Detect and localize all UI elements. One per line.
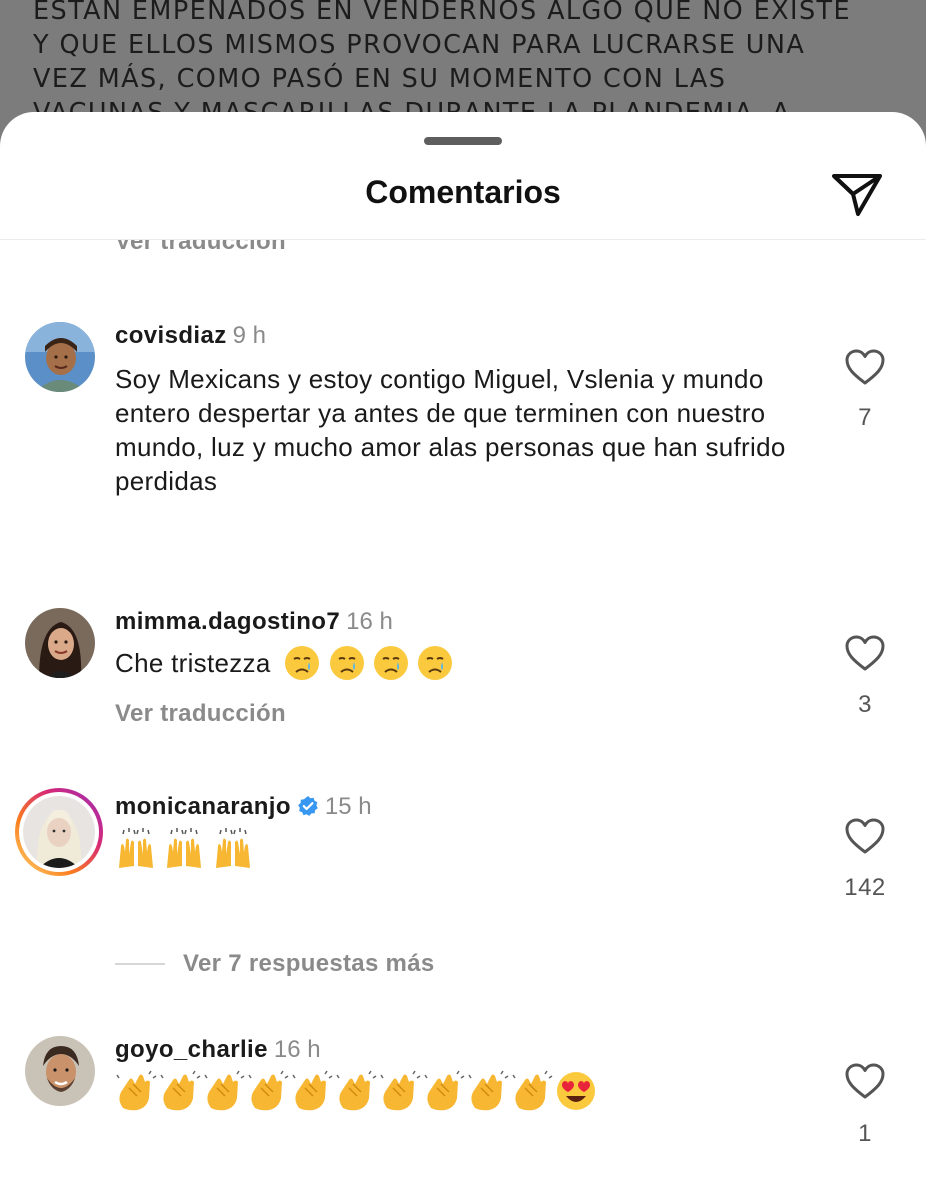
clapping-hands-emoji-icon	[380, 1070, 421, 1111]
clapping-hands-emoji-icon	[336, 1070, 377, 1111]
comment-header: monicanaranjo 15 h	[115, 793, 372, 821]
see-translation-link[interactable]: Ver traducción	[115, 700, 286, 728]
heart-eyes-face-emoji-icon	[557, 1072, 595, 1110]
view-replies-button[interactable]: Ver 7 respuestas más	[115, 950, 435, 978]
paper-plane-icon[interactable]	[828, 170, 886, 218]
heart-icon[interactable]	[844, 634, 886, 674]
sheet-grabber[interactable]	[424, 137, 502, 145]
clapping-hands-emoji-icon	[116, 1070, 157, 1111]
comments-list[interactable]: Ver traducción covisdiaz 9 h Soy Mexicans	[0, 112, 926, 1200]
comment-text: Che tristezza	[115, 647, 271, 678]
raising-hands-emoji-icon	[167, 828, 202, 868]
post-caption-line: ESTÁN EMPEÑADOS EN VENDERNOS ALGO QUE NO…	[33, 0, 852, 26]
like-count: 1	[858, 1120, 872, 1147]
raising-hands-emoji-icon	[215, 828, 250, 868]
comment-text-row: Che tristezza	[115, 644, 456, 682]
like-count: 7	[858, 404, 872, 431]
like-count: 3	[858, 691, 872, 718]
sheet-header: Comentarios	[0, 152, 926, 240]
comment-header: mimma.dagostino7 16 h	[115, 608, 393, 636]
crying-face-emoji-icon	[418, 646, 453, 680]
comment-username[interactable]: covisdiaz	[115, 322, 227, 349]
comment-time: 15 h	[324, 793, 372, 820]
comment-time: 16 h	[346, 608, 393, 635]
comment-text: Soy Mexicans y estoy contigo Miguel, Vsl…	[115, 364, 786, 496]
heart-icon[interactable]	[844, 1062, 886, 1102]
post-caption-line: VEZ MÁS, COMO PASÓ EN SU MOMENTO CON LAS	[33, 64, 727, 94]
avatar[interactable]	[25, 1036, 95, 1106]
view-replies-label: Ver 7 respuestas más	[183, 950, 435, 977]
clapping-hands-emoji-icon	[248, 1070, 289, 1111]
sheet-title: Comentarios	[365, 174, 561, 210]
clapping-hands-emoji-icon	[512, 1070, 553, 1111]
story-ring-avatar[interactable]	[15, 788, 103, 876]
crying-face-emoji-icon	[373, 646, 408, 680]
crying-face-emoji-icon	[285, 646, 320, 680]
comment-time: 16 h	[273, 1036, 321, 1063]
post-caption: ESTÁN EMPEÑADOS EN VENDERNOS ALGO QUE NO…	[33, 0, 913, 130]
comment-emojis	[115, 1070, 599, 1112]
comment-time: 9 h	[232, 322, 267, 349]
avatar[interactable]	[25, 322, 95, 392]
clapping-hands-emoji-icon	[204, 1070, 245, 1111]
replies-divider	[115, 963, 165, 965]
comment-header: covisdiaz 9 h	[115, 322, 266, 350]
heart-icon[interactable]	[844, 348, 886, 388]
clapping-hands-emoji-icon	[424, 1070, 465, 1111]
post-caption-line: Y QUE ELLOS MISMOS PROVOCAN PARA LUCRARS…	[33, 30, 806, 60]
crying-face-emoji-icon	[329, 646, 364, 680]
like-count: 142	[844, 874, 886, 901]
clapping-hands-emoji-icon	[468, 1070, 509, 1111]
clapping-hands-emoji-icon	[292, 1070, 333, 1111]
comment-emojis	[115, 828, 256, 870]
clapping-hands-emoji-icon	[160, 1070, 201, 1111]
comment-username[interactable]: goyo_charlie	[115, 1036, 268, 1063]
raising-hands-emoji-icon	[119, 828, 153, 868]
heart-icon[interactable]	[844, 817, 886, 857]
comment-username[interactable]: mimma.dagostino7	[115, 608, 340, 635]
comment-header: goyo_charlie 16 h	[115, 1036, 321, 1064]
comments-sheet: Ver traducción covisdiaz 9 h Soy Mexicans	[0, 112, 926, 1200]
comment-username[interactable]: monicanaranjo	[115, 793, 291, 820]
verified-badge-icon	[298, 796, 318, 816]
avatar[interactable]	[25, 608, 95, 678]
